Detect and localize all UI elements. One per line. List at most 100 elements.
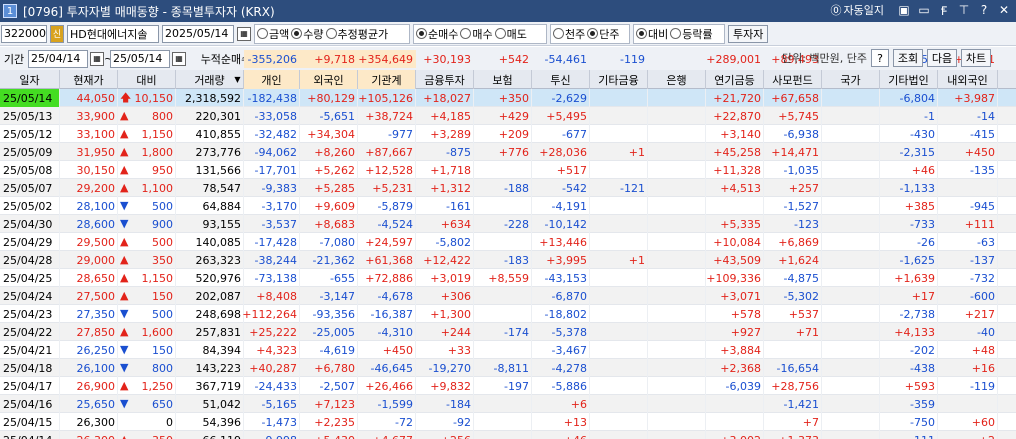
mode-radio-1[interactable]: 등락률 [670, 26, 713, 42]
investor-value-cell: +40,287 [244, 359, 300, 377]
table-row[interactable]: 25/05/14 44,050 🡅 10,150 2,318,592 -182,438 +8… [0, 89, 1016, 107]
trade-radio-1[interactable]: 매수 [460, 26, 493, 42]
table-row[interactable]: 25/04/22 27,850 ▲ 1,600 257,831 +25,222 -25,00… [0, 323, 1016, 341]
unit-radio-0[interactable]: 천주 [553, 26, 585, 42]
to-date-input[interactable]: 25/05/14 [110, 49, 170, 68]
table-body[interactable]: 25/05/14 44,050 🡅 10,150 2,318,592 -182,438 +8… [0, 89, 1016, 439]
table-row[interactable]: 25/04/23 27,350 ▼ 500 248,698 +112,264 -93,356… [0, 305, 1016, 323]
investor-value-cell: -18,802 [532, 305, 590, 323]
investor-value-cell: +45,258 [706, 143, 764, 161]
table-row[interactable]: 25/05/02 28,100 ▼ 500 64,884 -3,170 +9,609 -5,8… [0, 197, 1016, 215]
table-row[interactable]: 25/04/28 29,000 ▲ 350 263,323 -38,244 -21,362 +… [0, 251, 1016, 269]
investor-value-cell: +5,231 [358, 179, 416, 197]
stock-name-field[interactable]: HD현대에너지솔 [67, 24, 159, 43]
next-button[interactable]: 다음 [927, 49, 958, 67]
date-cell: 25/05/13 [0, 107, 60, 125]
investor-value-cell: +46 [532, 431, 590, 439]
column-header-10[interactable]: 기타금융 [590, 70, 648, 89]
investor-value-cell: +1,639 [880, 269, 938, 287]
column-header-8[interactable]: 보험 [474, 70, 532, 89]
pin-icon[interactable]: ⊤ [956, 2, 972, 18]
column-header-2[interactable]: 대비 [118, 70, 176, 89]
date-cell: 25/04/28 [0, 251, 60, 269]
minimize-icon[interactable]: ▭ [916, 2, 932, 18]
column-header-13[interactable]: 사모펀드 [764, 70, 822, 89]
column-header-0[interactable]: 일자 [0, 70, 60, 89]
help-button[interactable]: ? [871, 49, 890, 67]
table-row[interactable]: 25/05/09 31,950 ▲ 1,800 273,776 -94,062 +8,260… [0, 143, 1016, 161]
change-value: 1,250 [141, 379, 174, 393]
column-header-11[interactable]: 은행 [648, 70, 706, 89]
column-header-12[interactable]: 연기금등 [706, 70, 764, 89]
mode-radio-label: 등락률 [682, 27, 713, 41]
column-header-7[interactable]: 금융투자 [416, 70, 474, 89]
table-row[interactable]: 25/04/18 26,100 ▼ 800 143,223 +40,287 +6,780 -4… [0, 359, 1016, 377]
mode-radio-0[interactable]: 대비 [636, 26, 668, 42]
chart-button[interactable]: 차트 [961, 49, 992, 67]
investor-value-cell: +9,832 [416, 377, 474, 395]
investor-value-cell: +60 [938, 413, 998, 431]
investor-value-cell: +13 [532, 413, 590, 431]
table-row[interactable]: 25/04/16 25,650 ▼ 650 51,042 -5,165 +7,123 -1,5… [0, 395, 1016, 413]
column-header-6[interactable]: 기관계 [358, 70, 416, 89]
unit-radio-1[interactable]: 단주 [587, 26, 620, 42]
auto-log-button[interactable]: ⓪ 자동일지 [831, 2, 884, 18]
investor-value-cell [648, 287, 706, 305]
column-header-9[interactable]: 투신 [532, 70, 590, 89]
table-row[interactable]: 25/05/08 30,150 ▲ 950 131,566 -17,701 +5,262 +1… [0, 161, 1016, 179]
unit-radio-label: 천주 [565, 27, 586, 41]
investor-value-cell [648, 107, 706, 125]
table-row[interactable]: 25/04/21 26,250 ▼ 150 84,394 +4,323 -4,619 +450… [0, 341, 1016, 359]
trade-radio-2[interactable]: 매도 [494, 26, 527, 42]
date-input[interactable]: 2025/05/14 [162, 24, 234, 43]
investor-button[interactable]: 투자자 [728, 24, 769, 43]
volume-cell: 257,831 [176, 323, 244, 341]
price-cell: 30,150 [60, 161, 118, 179]
font-size-icon[interactable]: Ꞙ [936, 2, 952, 18]
column-header-14[interactable]: 국가 [822, 70, 880, 89]
investor-value-cell [822, 395, 880, 413]
table-row[interactable]: 25/05/12 33,100 ▲ 1,150 410,855 -32,482 +34,30… [0, 125, 1016, 143]
period-label: 기간 [3, 52, 25, 66]
query-button[interactable]: 조회 [893, 49, 924, 67]
column-header-4[interactable]: 개인 [244, 70, 300, 89]
table-row[interactable]: 25/04/15 26,300 0 54,396 -1,473 +2,235 -72 -92 +… [0, 413, 1016, 431]
investor-value-cell: +6 [532, 395, 590, 413]
table-row[interactable]: 25/05/13 33,900 ▲ 800 220,301 -33,058 -5,651 +3… [0, 107, 1016, 125]
column-header-5[interactable]: 외국인 [300, 70, 358, 89]
calendar-icon[interactable]: ▦ [237, 26, 251, 41]
trade-radio-0[interactable]: 순매수 [416, 26, 458, 42]
change-cell: ▼ 150 [118, 341, 176, 359]
column-header-16[interactable]: 내외국인 [938, 70, 998, 89]
table-row[interactable]: 25/04/29 29,500 ▲ 500 140,085 -17,428 -7,080 +2… [0, 233, 1016, 251]
amount-radio-1[interactable]: 수량 [291, 26, 324, 42]
investor-value-cell [590, 305, 648, 323]
amount-radio-0[interactable]: 금액 [257, 26, 289, 42]
table-row[interactable]: 25/04/25 28,650 ▲ 1,150 520,976 -73,138 -655 +7… [0, 269, 1016, 287]
table-row[interactable]: 25/04/30 28,600 ▼ 900 93,155 -3,537 +8,683 -4,5… [0, 215, 1016, 233]
sort-down-icon[interactable]: ▼ [231, 70, 244, 89]
table-row[interactable]: 25/04/1426,300▲ 35066,119-9,998+5,430+4,6… [0, 431, 1016, 439]
table-row[interactable]: 25/05/07 29,200 ▲ 1,100 78,547 -9,383 +5,285 +5… [0, 179, 1016, 197]
from-calendar-icon[interactable]: ▦ [90, 51, 104, 66]
investor-value-cell [590, 287, 648, 305]
price-cell: 28,100 [60, 197, 118, 215]
to-calendar-icon[interactable]: ▦ [172, 51, 186, 66]
restore-icon[interactable]: ▣ [896, 2, 912, 18]
volume-cell: 2,318,592 [176, 89, 244, 107]
up-triangle-icon: ▲ [120, 253, 129, 266]
investor-value-cell: +25,222 [244, 323, 300, 341]
table-row[interactable]: 25/04/24 27,500 ▲ 150 202,087 +8,408 -3,147 -4,… [0, 287, 1016, 305]
amount-radio-2[interactable]: 추정평균가 [325, 26, 388, 42]
help-icon[interactable]: ? [976, 2, 992, 18]
close-icon[interactable]: ✕ [996, 2, 1012, 18]
window-number-badge[interactable]: 1 [3, 4, 17, 18]
from-date-input[interactable]: 25/04/14 [28, 49, 88, 68]
investor-value-cell: +71 [764, 323, 822, 341]
table-row[interactable]: 25/04/17 26,900 ▲ 1,250 367,719 -24,433 -2,507… [0, 377, 1016, 395]
column-header-15[interactable]: 기타법인 [880, 70, 938, 89]
investor-value-cell: +8,683 [300, 215, 358, 233]
column-header-1[interactable]: 현재가 [60, 70, 118, 89]
stock-code-input[interactable]: 322000 [1, 24, 47, 43]
date-cell: 25/05/09 [0, 143, 60, 161]
